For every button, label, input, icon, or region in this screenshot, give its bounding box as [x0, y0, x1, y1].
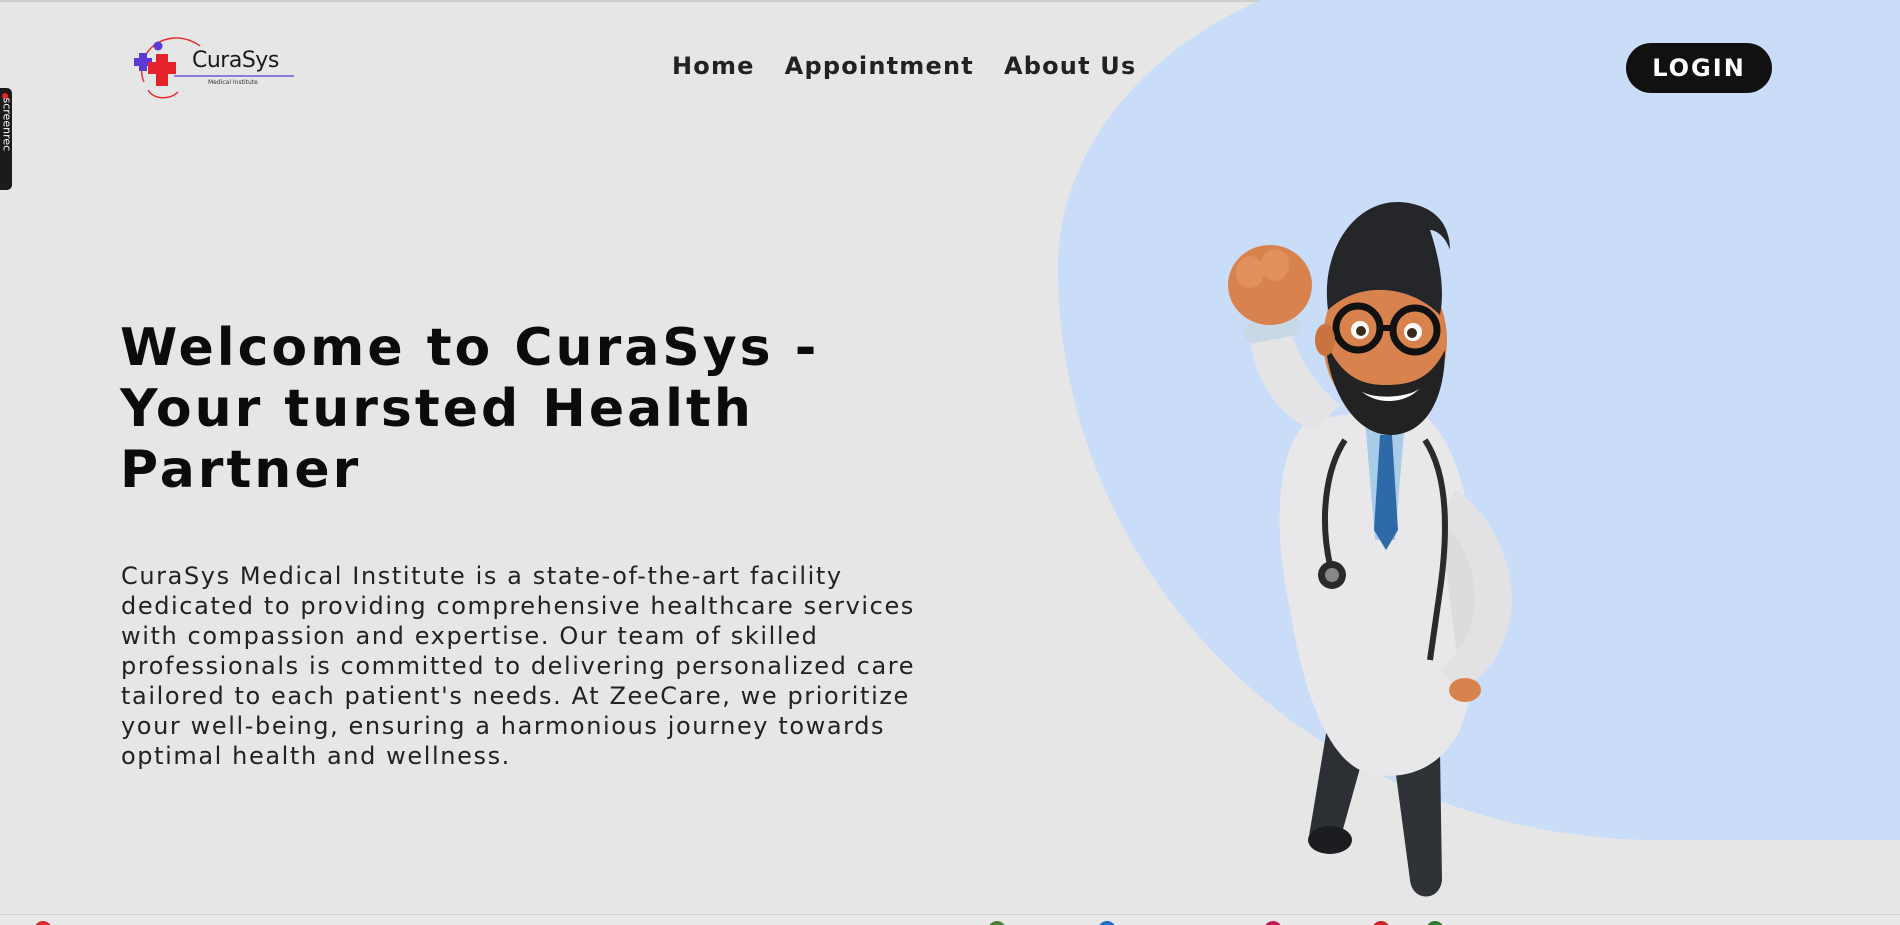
navbar: CuraSys Medical Institute Home Appointme…: [0, 0, 1900, 140]
page: screenrec CuraSys Medical Institute Home…: [0, 0, 1900, 925]
app-icon[interactable]: [1372, 921, 1390, 925]
taskbar-strip: [0, 914, 1900, 925]
app-icon[interactable]: [1264, 921, 1282, 925]
app-icon[interactable]: [1098, 921, 1116, 925]
nav-home-link[interactable]: Home: [672, 52, 755, 80]
doctor-cartoon-icon: [1228, 201, 1512, 897]
hero-description: CuraSys Medical Institute is a state-of-…: [121, 562, 916, 770]
nav-links: Home Appointment About Us: [672, 52, 1136, 80]
app-icon[interactable]: [34, 921, 52, 925]
login-button[interactable]: LOGIN: [1626, 43, 1772, 93]
hero-title: Welcome to CuraSys - Your tursted Health…: [120, 318, 820, 500]
logo-wordmark: CuraSys: [192, 48, 279, 73]
logo-tagline: Medical Institute: [208, 79, 258, 86]
nav-appointment-link[interactable]: Appointment: [785, 52, 974, 80]
logo[interactable]: CuraSys Medical Institute: [134, 34, 304, 102]
app-icon[interactable]: [988, 921, 1006, 925]
nav-about-link[interactable]: About Us: [1004, 52, 1137, 80]
app-icon[interactable]: [1426, 921, 1444, 925]
